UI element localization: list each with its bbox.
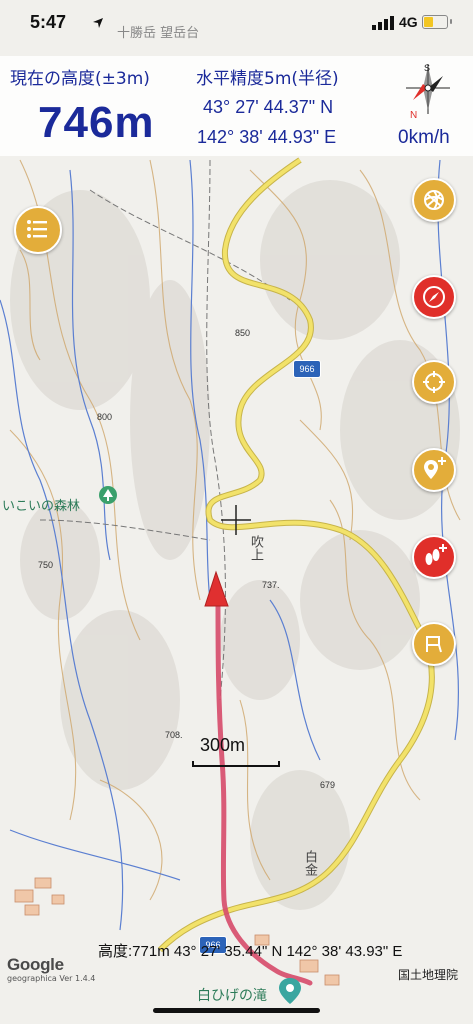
- home-indicator[interactable]: [153, 1008, 320, 1013]
- compass-needle-icon: [423, 286, 445, 308]
- map-attribution: 国土地理院: [398, 968, 459, 982]
- battery-icon: [422, 15, 452, 29]
- longitude-value: 142° 38' 44.93" E: [197, 127, 337, 147]
- menu-button[interactable]: [14, 206, 62, 254]
- scale-line: [192, 761, 280, 767]
- add-track-button[interactable]: [412, 535, 456, 579]
- elevation-label: 850: [235, 328, 251, 338]
- compass-icon[interactable]: S N: [403, 60, 453, 120]
- latitude-value: 43° 27' 44.37" N: [203, 97, 334, 117]
- compass-north-label: N: [410, 110, 417, 120]
- pin-plus-icon: [424, 457, 446, 479]
- altitude-label: 現在の高度(±3m): [10, 69, 150, 89]
- forest-icon: [99, 486, 117, 504]
- elevation-label: 708.: [165, 730, 183, 740]
- elevation-label: 679: [320, 780, 336, 790]
- app-version: geographica Ver 1.4.4: [7, 974, 96, 983]
- place-name-vertical: 吹上: [248, 535, 263, 561]
- spiral-icon: [424, 190, 444, 210]
- network-type: 4G: [399, 14, 418, 30]
- locate-button[interactable]: [412, 360, 456, 404]
- elevation-label: 800: [97, 412, 113, 422]
- location-arrow-icon: [93, 18, 103, 28]
- compass-mode-button[interactable]: [412, 275, 456, 319]
- elevation-label: 750: [38, 560, 54, 570]
- elevation-label: 737.: [262, 580, 280, 590]
- signal-icon: [372, 16, 394, 30]
- place-name-vertical: 白金: [302, 850, 317, 876]
- list-icon: [27, 220, 47, 238]
- scale-label: 300m: [200, 735, 246, 755]
- cursor-position-info: 高度:771m 43° 27' 35.44" N 142° 38' 43.93"…: [98, 943, 403, 960]
- route-flag-icon: [426, 636, 442, 653]
- route-button[interactable]: [412, 622, 456, 666]
- target-icon: [423, 371, 445, 393]
- scale-bar: 300m: [192, 735, 282, 769]
- google-logo: Google: [7, 955, 64, 974]
- layers-button[interactable]: [412, 178, 456, 222]
- road-shield-1: 966: [293, 360, 321, 378]
- status-bar: 5:47 4G: [0, 0, 473, 44]
- accuracy-label: 水平精度5m(半径): [196, 69, 339, 89]
- altitude-value: 746m: [38, 98, 155, 147]
- speed-value: 0km/h: [398, 127, 450, 148]
- add-point-button[interactable]: [412, 448, 456, 492]
- status-time: 5:47: [30, 12, 67, 32]
- forest-label: いこいの森林: [2, 499, 81, 514]
- compass-south-label: S: [424, 63, 430, 73]
- falls-label: 白ひげの滝: [197, 988, 267, 1004]
- footsteps-plus-icon: [425, 544, 447, 565]
